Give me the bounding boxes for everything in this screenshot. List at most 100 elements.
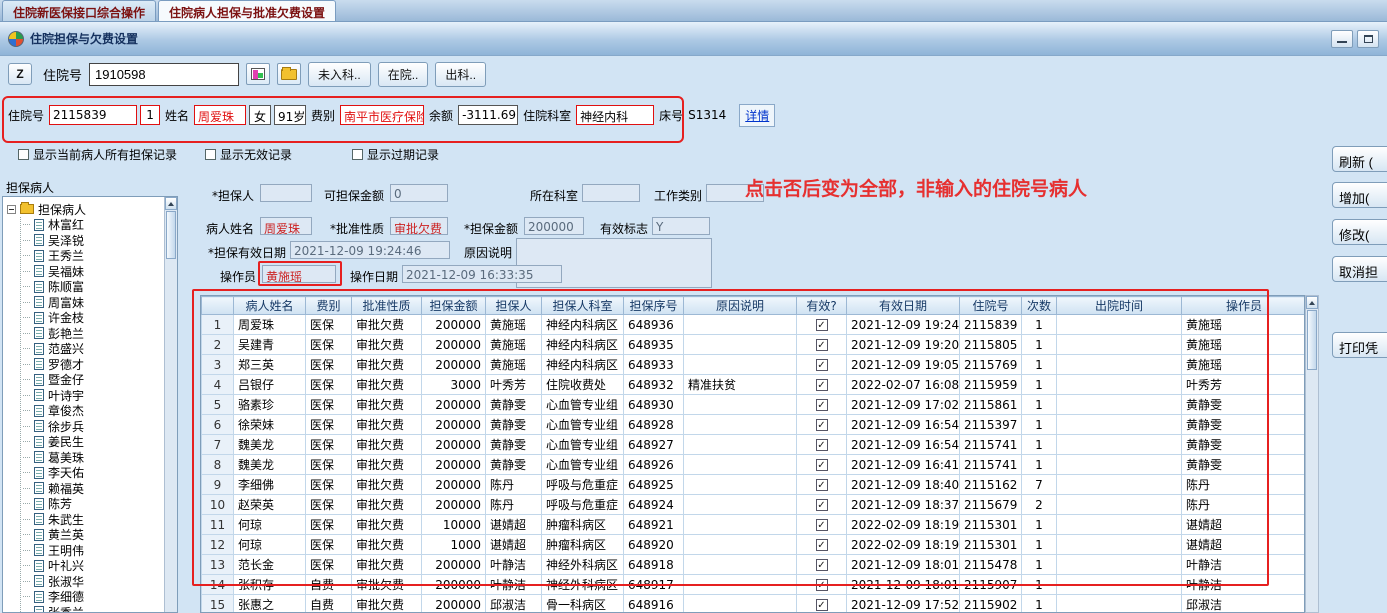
column-header[interactable]: 原因说明 [683, 296, 797, 315]
tree-item[interactable]: 彭艳兰 [21, 326, 164, 342]
column-header[interactable]: 担保人科室 [541, 296, 624, 315]
table-row[interactable]: 15 张惠之 自费 审批欠费 200000 邱淑洁 骨一科病区 648916 ✓ 2021-12-… [201, 594, 1304, 612]
table-row[interactable]: 7 魏美龙 医保 审批欠费 200000 黄静雯 心血管专业组 648927 ✓ 2021-12-… [201, 434, 1304, 455]
column-header[interactable] [201, 296, 234, 315]
dept-field [582, 184, 640, 202]
tree-item[interactable]: 李细德 [21, 589, 164, 605]
table-row[interactable]: 13 范长金 医保 审批欠费 200000 叶静洁 神经外科病区 648918 ✓ 2021-12… [201, 554, 1304, 575]
column-header[interactable]: 费别 [305, 296, 352, 315]
patient-admission-field[interactable]: 2115839 [49, 105, 138, 125]
tree-item[interactable]: 葛美珠 [21, 450, 164, 466]
not-admitted-button[interactable]: 未入科.. [308, 61, 371, 87]
tree-item[interactable]: 许金枝 [21, 310, 164, 326]
scroll-thumb[interactable] [166, 211, 176, 259]
fee-type-field[interactable]: 南平市医疗保险 [340, 105, 425, 125]
table-row[interactable]: 3 郑三英 医保 审批欠费 200000 黄施瑶 神经内科病区 648933 ✓ 2021-12-… [201, 354, 1304, 375]
table-row[interactable]: 6 徐荣妹 医保 审批欠费 200000 黄静雯 心血管专业组 648928 ✓ 2021-12-… [201, 414, 1304, 435]
table-row[interactable]: 9 李细佛 医保 审批欠费 200000 陈丹 呼吸与危重症 648925 ✓ 2021-12-0… [201, 474, 1304, 495]
tree-item[interactable]: 暨金仔 [21, 372, 164, 388]
tree-item[interactable]: 罗德才 [21, 357, 164, 373]
tree-item[interactable]: 陈芳 [21, 496, 164, 512]
table-row[interactable]: 2 吴建青 医保 审批欠费 200000 黄施瑶 神经内科病区 648935 ✓ 2021-12-… [201, 334, 1304, 355]
table-row[interactable]: 5 骆素珍 医保 审批欠费 200000 黄静雯 心血管专业组 648930 ✓ 2021-12-… [201, 394, 1304, 415]
column-header[interactable]: 批准性质 [351, 296, 422, 315]
column-header[interactable]: 出院时间 [1056, 296, 1182, 315]
tree-item[interactable]: 赖福英 [21, 481, 164, 497]
tree-item[interactable]: 李天佑 [21, 465, 164, 481]
approve-type-field[interactable]: 审批欠费 [390, 217, 448, 235]
column-header[interactable]: 有效日期 [846, 296, 960, 315]
tree-item[interactable]: 徐步兵 [21, 419, 164, 435]
detail-link[interactable]: 详情 [739, 103, 776, 127]
print-voucher-button[interactable]: 打印凭 [1332, 332, 1387, 358]
filter-invalid-records[interactable]: 显示无效记录 [205, 146, 292, 163]
refresh-button[interactable]: 刷新 ( [1332, 146, 1387, 172]
tree-item[interactable]: 林富红 [21, 217, 164, 233]
table-row[interactable]: 1 周爱珠 医保 审批欠费 200000 黄施瑶 神经内科病区 648936 ✓ 2021-12-… [201, 314, 1304, 335]
column-header[interactable]: 担保人 [485, 296, 542, 315]
tree-item[interactable]: 黄兰英 [21, 527, 164, 543]
modify-button[interactable]: 修改( [1332, 219, 1387, 245]
tree-item[interactable]: 王秀兰 [21, 248, 164, 264]
valid-date-field[interactable]: 2021-12-09 19:24:46 [290, 241, 450, 259]
ward-field[interactable]: 神经内科 [576, 105, 655, 125]
tree-root-node[interactable]: 担保病人 [7, 201, 164, 217]
table-scrollbar[interactable] [1305, 295, 1319, 613]
cell-serial: 648921 [623, 514, 684, 535]
cell-valid: ✓ [796, 474, 847, 495]
table-row[interactable]: 4 吕银仔 医保 审批欠费 3000 叶秀芳 住院收费处 648932 精准扶贫 ✓ 2022-02… [201, 374, 1304, 395]
tab-guarantee-settings[interactable]: 住院病人担保与批准欠费设置 [158, 0, 337, 21]
maximize-button[interactable] [1357, 29, 1379, 48]
guarantee-amount-field[interactable]: 200000 [524, 217, 584, 235]
in-hospital-button[interactable]: 在院.. [377, 61, 429, 87]
folder-icon-button[interactable] [277, 63, 302, 85]
column-header[interactable]: 住院号 [959, 296, 1022, 315]
tree-item[interactable]: 吴泽锐 [21, 233, 164, 249]
column-header[interactable]: 有效? [796, 296, 847, 315]
column-header[interactable]: 次数 [1021, 296, 1057, 315]
cancel-guarantee-button[interactable]: 取消担 [1332, 256, 1387, 282]
column-header[interactable]: 病人姓名 [233, 296, 306, 315]
filter-all-records[interactable]: 显示当前病人所有担保记录 [18, 146, 177, 163]
table-row[interactable]: 14 张积存 自费 审批欠费 200000 叶静洁 神经外科病区 648917 ✓ 2021-12… [201, 574, 1304, 595]
tree-item[interactable]: 范盛兴 [21, 341, 164, 357]
scroll-up-icon[interactable] [165, 197, 177, 210]
patient-seq-field[interactable]: 1 [140, 105, 161, 125]
z-button[interactable]: Z [8, 63, 32, 85]
tree-item[interactable]: 陈顺富 [21, 279, 164, 295]
checkbox-icon[interactable] [352, 149, 363, 160]
table-row[interactable]: 11 何琼 医保 审批欠费 10000 谌婧超 肿瘤科病区 648921 ✓ 2022-02-09… [201, 514, 1304, 535]
tree-item[interactable]: 叶礼兴 [21, 558, 164, 574]
add-button[interactable]: 增加( [1332, 182, 1387, 208]
tree-item[interactable]: 姜民生 [21, 434, 164, 450]
scroll-thumb[interactable] [1307, 310, 1317, 370]
table-row[interactable]: 10 赵荣英 医保 审批欠费 200000 陈丹 呼吸与危重症 648924 ✓ 2021-12-… [201, 494, 1304, 515]
checkbox-icon[interactable] [205, 149, 216, 160]
tree-scrollbar[interactable] [164, 197, 177, 612]
checkbox-icon[interactable] [18, 149, 29, 160]
tree-item[interactable]: 朱武生 [21, 512, 164, 528]
tree-item[interactable]: 吴福妹 [21, 264, 164, 280]
tree-item[interactable]: 张秀兰 [21, 605, 164, 612]
column-header[interactable]: 担保序号 [623, 296, 684, 315]
patient-name-field[interactable]: 周爱珠 [194, 105, 247, 125]
table-row[interactable]: 8 魏美龙 医保 审批欠费 200000 黄静雯 心血管专业组 648926 ✓ 2021-12-… [201, 454, 1304, 475]
filter-expired-records[interactable]: 显示过期记录 [352, 146, 439, 163]
tab-insurance-interface[interactable]: 住院新医保接口综合操作 [2, 0, 157, 21]
scroll-up-icon[interactable] [1306, 296, 1318, 309]
column-header[interactable]: 操作员 [1181, 296, 1304, 315]
admission-no-input[interactable] [89, 62, 240, 86]
tree-item[interactable]: 周富妹 [21, 295, 164, 311]
collapse-icon[interactable] [7, 204, 16, 214]
tree-item[interactable]: 章俊杰 [21, 403, 164, 419]
minimize-button[interactable] [1331, 29, 1353, 48]
cell-guarantor: 陈丹 [485, 494, 542, 515]
discharged-button[interactable]: 出科.. [435, 61, 487, 87]
tree-item[interactable]: 王明伟 [21, 543, 164, 559]
table-row[interactable]: 12 何琼 医保 审批欠费 1000 谌婧超 肿瘤科病区 648920 ✓ 2022-02-09 … [201, 534, 1304, 555]
tree-item[interactable]: 张淑华 [21, 574, 164, 590]
guarantor-field[interactable] [260, 184, 312, 202]
tree-item[interactable]: 叶诗宇 [21, 388, 164, 404]
column-header[interactable]: 担保金额 [421, 296, 486, 315]
card-grid-icon-button[interactable] [246, 63, 271, 85]
